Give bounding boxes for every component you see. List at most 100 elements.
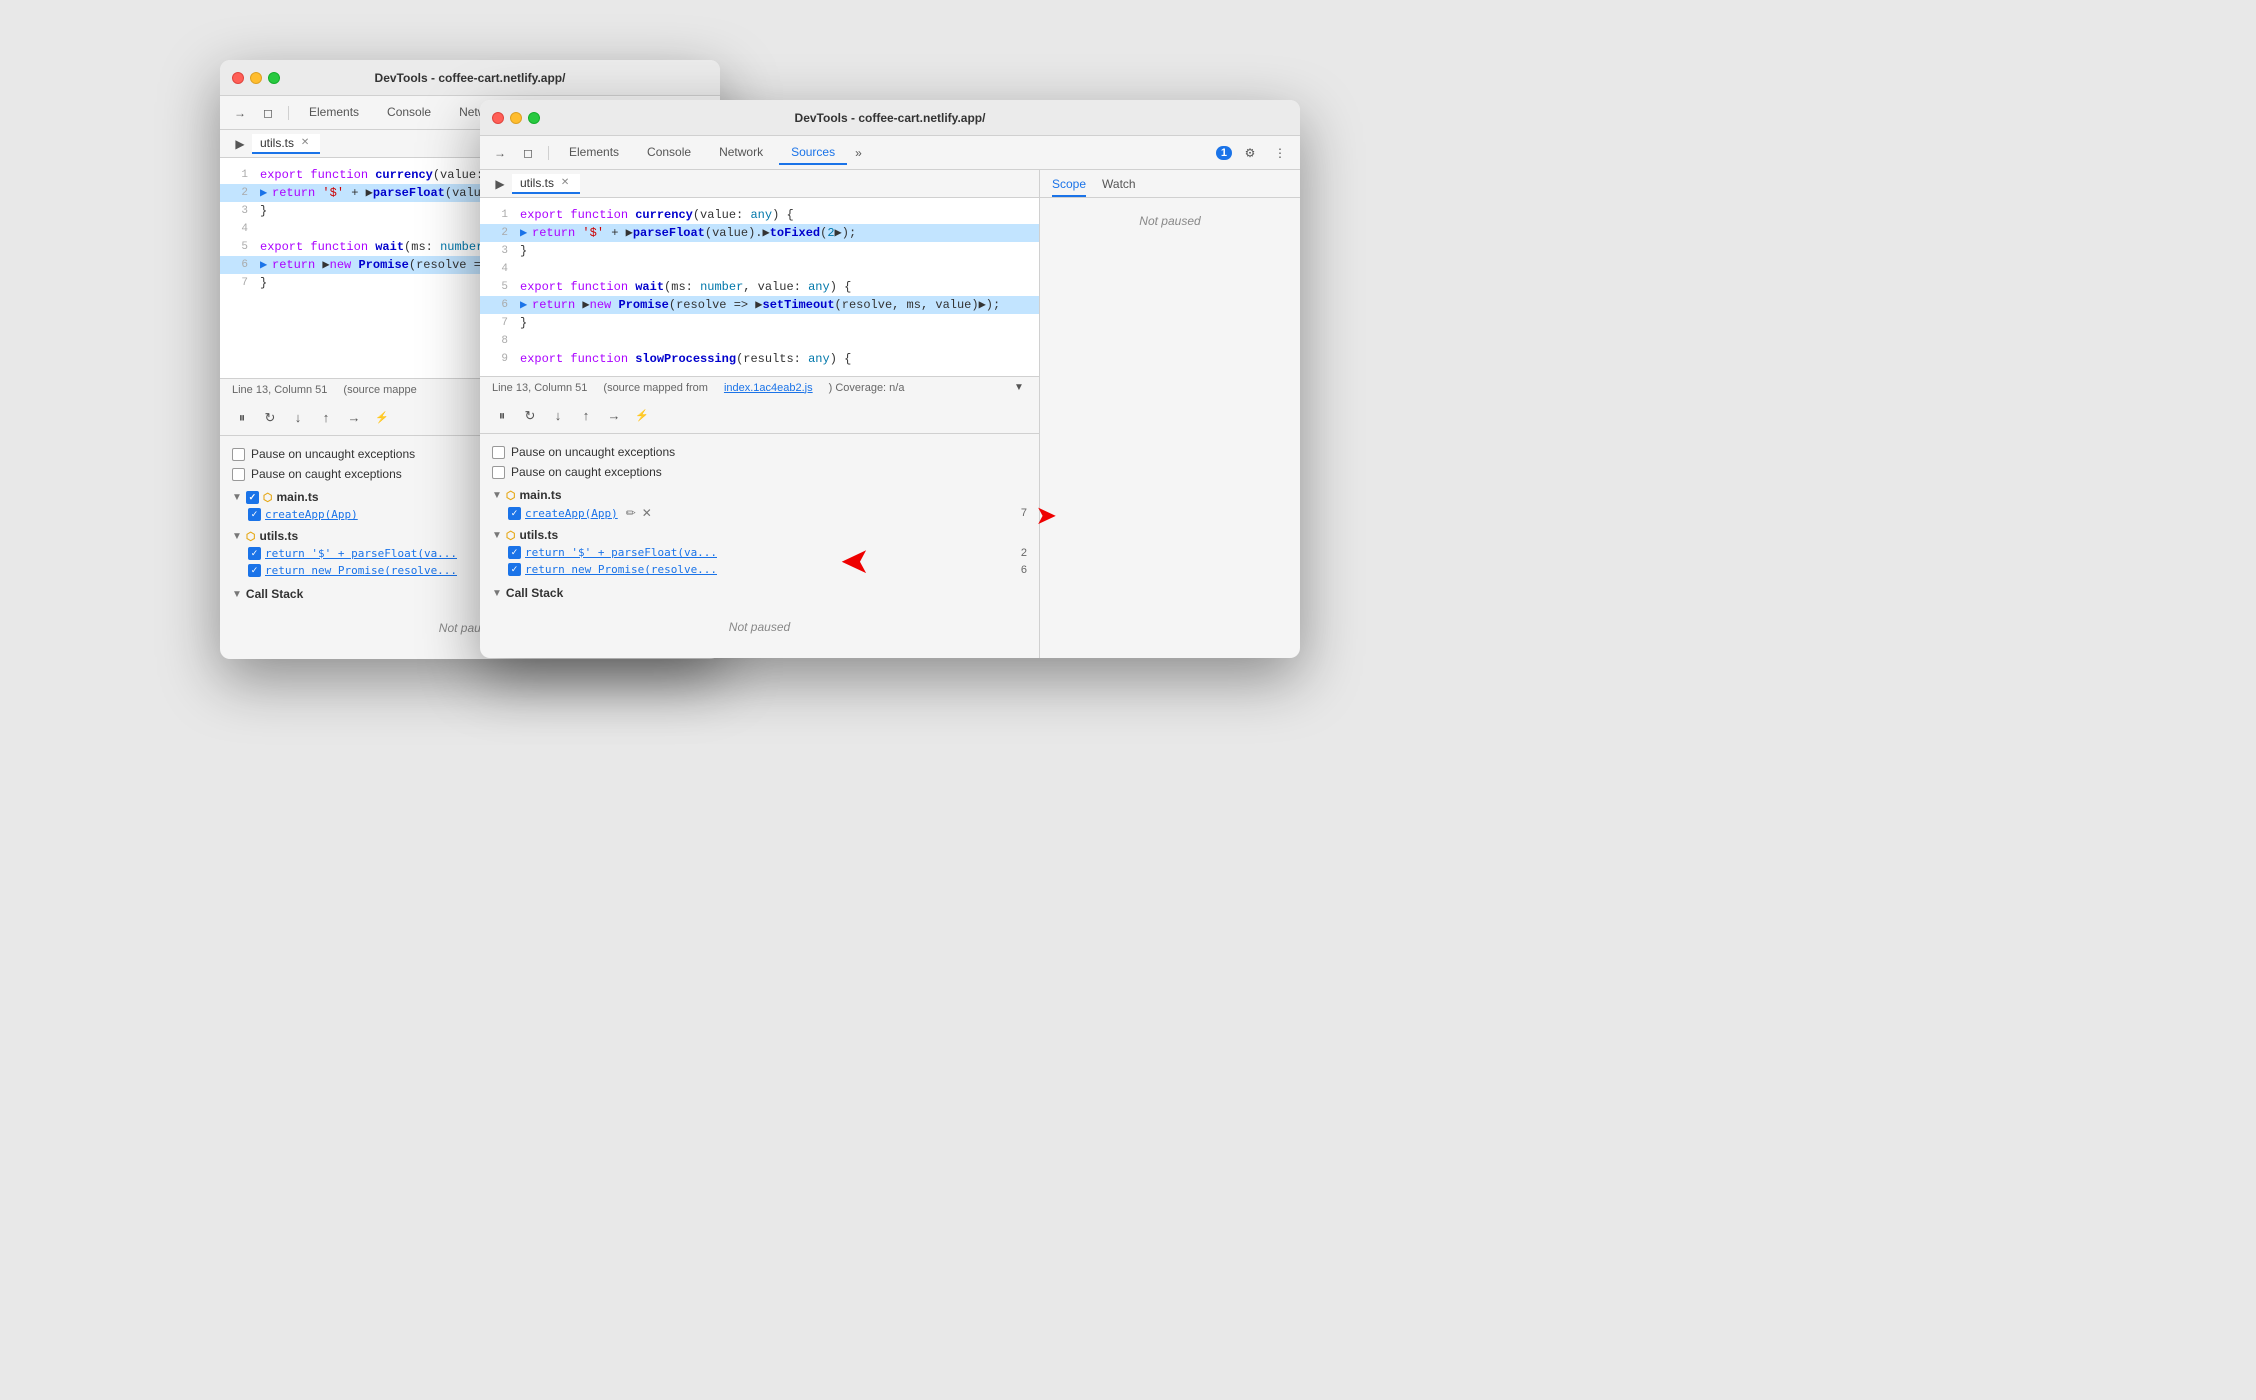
- scope-not-paused: Not paused: [1040, 198, 1300, 244]
- uncaught-exception-row-front: Pause on uncaught exceptions: [492, 442, 1027, 462]
- utils-ts-label-back: utils.ts: [260, 529, 299, 543]
- tab-elements-front[interactable]: Elements: [557, 141, 631, 165]
- parsefloat-checkbox-front[interactable]: ✓: [508, 546, 521, 559]
- debugger-controls-front: ⏸ ↻ ↓ ↑ → ⚡: [480, 398, 1039, 434]
- promise-checkbox-back[interactable]: ✓: [248, 564, 261, 577]
- main-group-checkbox-back[interactable]: ✓: [246, 491, 259, 504]
- createapp-checkbox-back[interactable]: ✓: [248, 508, 261, 521]
- deactivate-btn-back[interactable]: ⚡: [372, 408, 392, 428]
- createapp-text-front[interactable]: createApp(App): [525, 507, 618, 520]
- device-icon-front[interactable]: ◻: [516, 141, 540, 165]
- status-expand-btn[interactable]: ▼: [1011, 380, 1027, 396]
- file-tab-close-back[interactable]: ✕: [298, 136, 312, 150]
- step-out-btn-back[interactable]: ↑: [316, 408, 336, 428]
- bp-group-utils-front: ▼ ⬡ utils.ts ✓ return '$' + parseFloat(v…: [492, 526, 1027, 578]
- file-icon-utils-front: ⬡: [506, 529, 516, 542]
- pause-btn-front[interactable]: ⏸: [492, 406, 512, 426]
- uncaught-label-back: Pause on uncaught exceptions: [251, 447, 415, 461]
- traffic-lights-front: [492, 112, 540, 124]
- file-tab-utils-front[interactable]: utils.ts ✕: [512, 174, 580, 194]
- parsefloat-line-front: 2: [1021, 547, 1027, 559]
- status-position-front: Line 13, Column 51: [492, 382, 587, 394]
- tab-console-front[interactable]: Console: [635, 141, 703, 165]
- more-options-icon[interactable]: ⋮: [1268, 141, 1292, 165]
- maximize-button-back[interactable]: [268, 72, 280, 84]
- front-code-line-5: 5 export function wait(ms: number, value…: [480, 278, 1039, 296]
- tab-console-back[interactable]: Console: [375, 101, 443, 125]
- front-code-line-1: 1 export function currency(value: any) {: [480, 206, 1039, 224]
- file-icon-main-back: ⬡: [263, 491, 273, 504]
- code-editor-front: 1 export function currency(value: any) {…: [480, 198, 1039, 376]
- minimize-button-back[interactable]: [250, 72, 262, 84]
- step-into-btn-front[interactable]: ↓: [548, 406, 568, 426]
- watch-tab[interactable]: Watch: [1102, 177, 1136, 197]
- parsefloat-text-back[interactable]: return '$' + parseFloat(va...: [265, 547, 457, 560]
- cursor-icon[interactable]: →: [228, 101, 252, 125]
- remove-bp-icon[interactable]: ✕: [642, 506, 652, 520]
- divider-front: [548, 146, 549, 160]
- caught-label-front: Pause on caught exceptions: [511, 465, 662, 479]
- front-code-line-9: 9 export function slowProcessing(results…: [480, 350, 1039, 368]
- file-tab-bar-front: ▶ utils.ts ✕: [480, 170, 1039, 198]
- uncaught-checkbox-front[interactable]: [492, 446, 505, 459]
- close-button-front[interactable]: [492, 112, 504, 124]
- caught-checkbox-front[interactable]: [492, 466, 505, 479]
- uncaught-checkbox-back[interactable]: [232, 448, 245, 461]
- uncaught-label-front: Pause on uncaught exceptions: [511, 445, 675, 459]
- play-icon-front[interactable]: ▶: [488, 172, 512, 196]
- main-ts-label-back: main.ts: [277, 490, 319, 504]
- settings-icon[interactable]: ⚙: [1238, 141, 1262, 165]
- bp-group-header-utils-front: ▼ ⬡ utils.ts: [492, 526, 1027, 544]
- minimize-button-front[interactable]: [510, 112, 522, 124]
- editor-with-panel: ▶ utils.ts ✕ 1 export function currency(…: [480, 170, 1300, 658]
- scope-watch-panel: Scope Watch Not paused: [1040, 170, 1300, 658]
- tab-sources-front[interactable]: Sources: [779, 141, 847, 165]
- step-over-btn-back[interactable]: ↻: [260, 408, 280, 428]
- front-code-line-7: 7 }: [480, 314, 1039, 332]
- bp-item-parsefloat-front: ✓ return '$' + parseFloat(va... 2: [492, 544, 1027, 561]
- maximize-button-front[interactable]: [528, 112, 540, 124]
- step-over-btn-front[interactable]: ↻: [520, 406, 540, 426]
- panel-tabs: Scope Watch: [1040, 170, 1300, 198]
- parsefloat-text-front[interactable]: return '$' + parseFloat(va...: [525, 546, 717, 559]
- edit-bp-icon[interactable]: ✏: [626, 506, 636, 520]
- red-arrow-front: ➤: [1035, 500, 1057, 531]
- file-icon-main-front: ⬡: [506, 489, 516, 502]
- editor-left: ▶ utils.ts ✕ 1 export function currency(…: [480, 170, 1040, 658]
- promise-text-front[interactable]: return new Promise(resolve...: [525, 563, 717, 576]
- caught-exception-row-front: Pause on caught exceptions: [492, 462, 1027, 482]
- parsefloat-checkbox-back[interactable]: ✓: [248, 547, 261, 560]
- file-tab-close-front[interactable]: ✕: [558, 176, 572, 190]
- promise-line-front: 6: [1021, 564, 1027, 576]
- red-arrow-back: ➤: [840, 540, 870, 582]
- play-icon-back[interactable]: ▶: [228, 132, 252, 156]
- pause-btn-back[interactable]: ⏸: [232, 408, 252, 428]
- step-out-btn-front[interactable]: ↑: [576, 406, 596, 426]
- file-tab-utils-back[interactable]: utils.ts ✕: [252, 134, 320, 154]
- close-button-back[interactable]: [232, 72, 244, 84]
- message-badge[interactable]: 1: [1216, 146, 1232, 160]
- step-into-btn-back[interactable]: ↓: [288, 408, 308, 428]
- status-source-link-front[interactable]: index.1ac4eab2.js: [724, 382, 813, 394]
- bp-item-createapp-front: ✓ createApp(App) ✏ ✕ 7 ➤: [492, 504, 1027, 522]
- step-btn-front[interactable]: →: [604, 406, 624, 426]
- bp-item-promise-front: ✓ return new Promise(resolve... 6: [492, 561, 1027, 578]
- utils-ts-label-front: utils.ts: [520, 528, 559, 542]
- caught-checkbox-back[interactable]: [232, 468, 245, 481]
- deactivate-btn-front[interactable]: ⚡: [632, 406, 652, 426]
- scope-tab[interactable]: Scope: [1052, 177, 1086, 197]
- device-icon[interactable]: ◻: [256, 101, 280, 125]
- createapp-checkbox-front[interactable]: ✓: [508, 507, 521, 520]
- promise-checkbox-front[interactable]: ✓: [508, 563, 521, 576]
- step-btn-back[interactable]: →: [344, 408, 364, 428]
- tab-elements-back[interactable]: Elements: [297, 101, 371, 125]
- createapp-text-back[interactable]: createApp(App): [265, 508, 358, 521]
- tab-network-front[interactable]: Network: [707, 141, 775, 165]
- cursor-icon-front[interactable]: →: [488, 141, 512, 165]
- promise-text-back[interactable]: return new Promise(resolve...: [265, 564, 457, 577]
- status-source-prefix-front: (source mapped from: [603, 382, 708, 394]
- bp-group-main-front: ▼ ⬡ main.ts ✓ createApp(App) ✏ ✕ 7 ➤: [492, 486, 1027, 522]
- front-code-line-2: 2 ▶ return '$' + ▶parseFloat(value).▶toF…: [480, 224, 1039, 242]
- more-tabs-icon[interactable]: »: [851, 146, 866, 160]
- toolbar-right-front: 1 ⚙ ⋮: [1216, 141, 1292, 165]
